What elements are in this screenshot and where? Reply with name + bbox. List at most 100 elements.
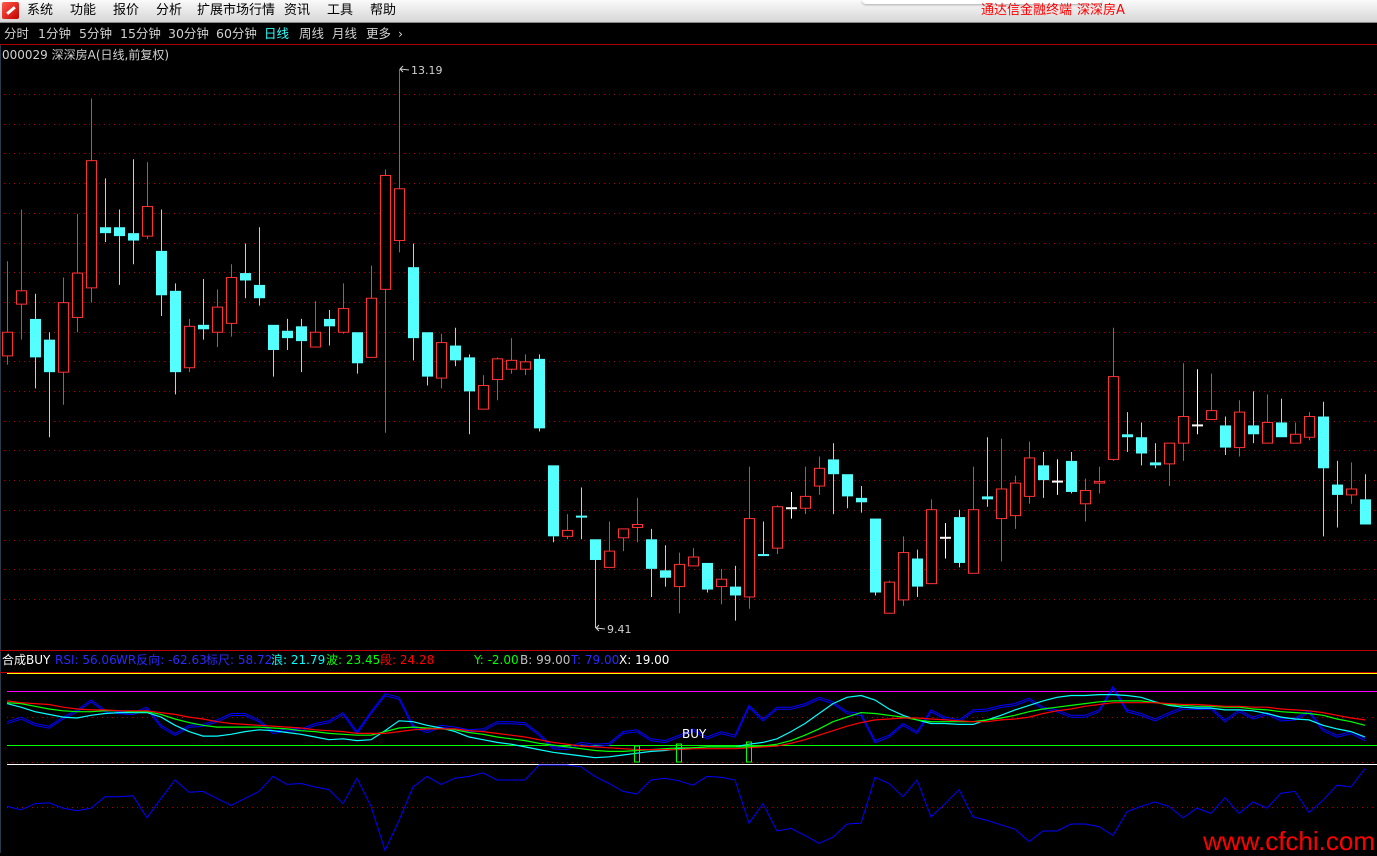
candle — [212, 289, 223, 348]
buy-signal-marker — [676, 743, 682, 763]
candle-body-down — [1332, 484, 1343, 495]
candle — [898, 536, 909, 606]
candle — [688, 548, 699, 567]
candle — [380, 169, 391, 433]
candle-body-up — [86, 160, 97, 289]
buy-signal-label: BUY — [682, 727, 707, 741]
candle — [1122, 412, 1133, 453]
wr-line — [6, 764, 1366, 852]
candle-body-up — [142, 206, 153, 237]
candle — [800, 466, 811, 515]
candle — [1038, 452, 1049, 498]
candle — [128, 159, 139, 265]
candle-body-down — [842, 474, 853, 497]
x-level-value: X: 19.00 — [619, 653, 670, 667]
candle — [506, 338, 517, 374]
candle-body-up — [212, 306, 223, 333]
candle — [436, 333, 447, 389]
candle-body-up — [1206, 410, 1217, 420]
candle-body-up — [1234, 411, 1245, 449]
candle-body-up — [968, 509, 979, 574]
candles — [2, 69, 1371, 629]
kline-chart[interactable]: 13.19 9.41 — [0, 0, 1377, 853]
candle-body-down — [856, 497, 867, 503]
candle-body-down — [1066, 460, 1077, 492]
candle-body-down — [870, 518, 881, 593]
candle-body-down — [464, 357, 475, 392]
candle — [394, 69, 405, 253]
min-price-annotation: 9.41 — [595, 623, 632, 636]
t-level-value: T: 79.00 — [571, 653, 620, 667]
candle-body-up — [338, 308, 349, 333]
candle-body-down — [660, 570, 671, 578]
candle — [786, 491, 797, 519]
candle-body-up — [1304, 416, 1315, 438]
candle — [226, 264, 237, 337]
candle — [478, 375, 489, 410]
candle — [1304, 412, 1315, 441]
min-price-label: 9.41 — [607, 623, 632, 636]
candle — [44, 332, 55, 438]
candle — [156, 209, 167, 316]
candle-body-up — [562, 529, 573, 537]
candle — [674, 552, 685, 614]
candle-body-down — [254, 284, 265, 299]
candle — [2, 261, 13, 365]
candle — [1178, 363, 1189, 461]
candle-body-up — [1080, 489, 1091, 505]
candle-body-down — [954, 517, 965, 563]
candle-body-down — [590, 539, 601, 560]
candle — [296, 318, 307, 373]
candle — [744, 466, 755, 609]
candle-body-down — [1136, 437, 1147, 454]
candle-body-down — [296, 326, 307, 342]
candle-body-up — [394, 188, 405, 242]
candle-body-down — [1150, 462, 1161, 466]
indicator-lines — [6, 685, 1366, 759]
candle-body-up — [1164, 442, 1175, 465]
candle-body-up — [506, 359, 517, 370]
candle-body-up — [1262, 421, 1273, 444]
candle-body-up — [744, 518, 755, 598]
candle-body-up — [926, 509, 937, 585]
candle — [856, 486, 867, 513]
candle — [842, 474, 853, 509]
indicator-name[interactable]: 合成BUY — [2, 653, 50, 668]
candle-body-up — [996, 488, 1007, 520]
candle-body-down — [198, 324, 209, 330]
candle — [450, 327, 461, 367]
candle-body-up — [772, 506, 783, 549]
candle — [1262, 394, 1273, 444]
rsi-value: RSI: 56.06 — [55, 653, 117, 667]
candle — [338, 283, 349, 334]
candle — [1080, 478, 1091, 522]
candle — [982, 437, 993, 507]
candle-body-down — [702, 562, 713, 590]
candle-body-up — [226, 277, 237, 324]
b-level-value: B: 99.00 — [520, 653, 571, 667]
candle-body-down — [912, 558, 923, 587]
candle — [1066, 452, 1077, 494]
candle-body-down — [114, 227, 125, 237]
watermark: www.cfchi.com — [1203, 826, 1375, 856]
candle — [772, 505, 783, 555]
candle-body-down — [1248, 425, 1259, 435]
candle-body-down — [44, 339, 55, 373]
candle-body-down — [422, 332, 433, 377]
candle — [492, 357, 503, 401]
candle — [142, 162, 153, 240]
candle — [310, 301, 321, 348]
max-price-label: 13.19 — [411, 64, 443, 77]
candle-body-down — [758, 554, 769, 557]
lang-value: 浪: 21.79 — [271, 653, 326, 667]
candle-body-up — [1010, 482, 1021, 517]
candle — [912, 549, 923, 597]
candle — [814, 456, 825, 495]
candle — [534, 354, 545, 432]
candle-body-up — [478, 384, 489, 410]
candle-body-up — [618, 528, 629, 539]
candle-body-down — [1220, 425, 1231, 448]
price-gridlines — [4, 94, 1377, 600]
candle — [968, 466, 979, 574]
candle — [408, 243, 419, 361]
